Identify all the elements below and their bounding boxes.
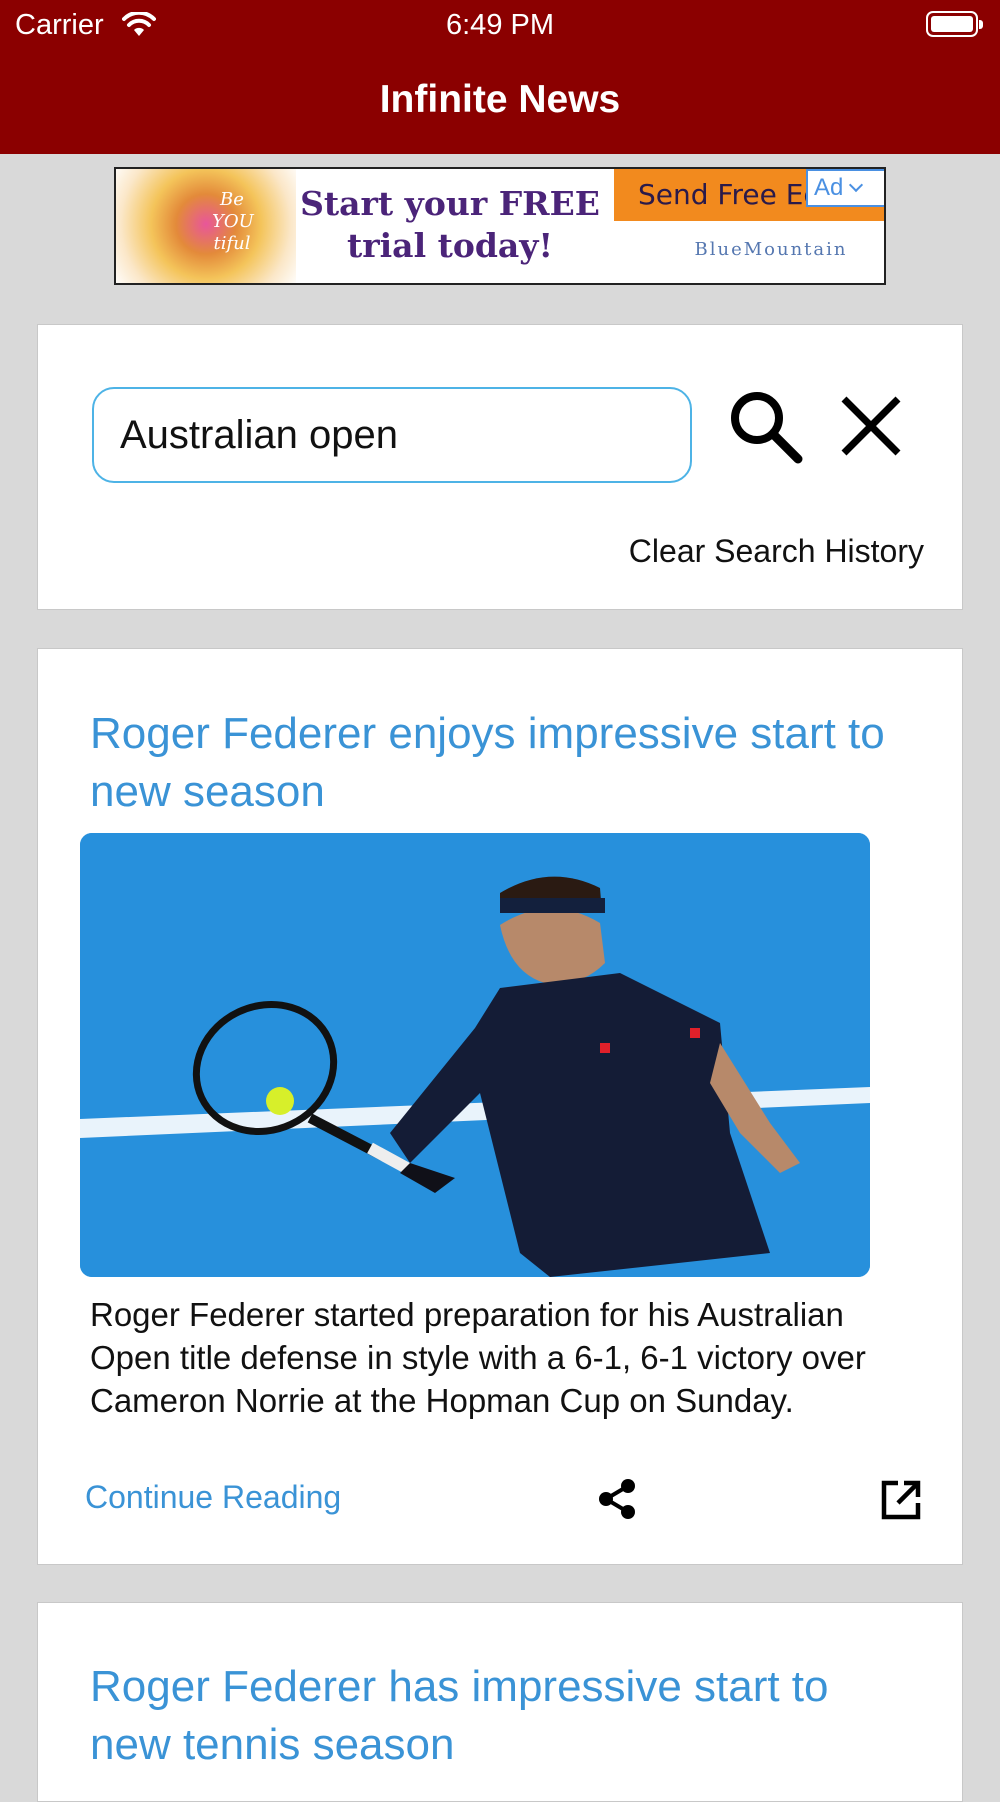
ad-brand: BlueMountain <box>694 239 848 260</box>
ad-flower-text: Be YOU tiful <box>212 189 254 254</box>
status-bar: Carrier 6:49 PM <box>0 0 1000 50</box>
article-title-link[interactable]: Roger Federer has impressive start to ne… <box>90 1658 910 1774</box>
article-card: Roger Federer has impressive start to ne… <box>37 1602 963 1802</box>
article-image[interactable] <box>80 833 870 1277</box>
tennis-player-photo <box>80 833 870 1277</box>
article-title-link[interactable]: Roger Federer enjoys impressive start to… <box>90 705 910 821</box>
clear-search-history-button[interactable]: Clear Search History <box>629 533 924 570</box>
article-summary: Roger Federer started preparation for hi… <box>90 1296 866 1419</box>
navigation-bar: Infinite News <box>0 50 1000 154</box>
search-input[interactable] <box>92 387 692 483</box>
continue-reading-link[interactable]: Continue Reading <box>85 1479 341 1516</box>
app-title: Infinite News <box>379 78 621 121</box>
article-card: Roger Federer enjoys impressive start to… <box>37 648 963 1565</box>
share-icon[interactable] <box>596 1477 640 1521</box>
search-card: Clear Search History <box>37 324 963 610</box>
close-icon[interactable] <box>838 393 904 459</box>
search-icon[interactable] <box>726 387 804 465</box>
open-external-icon[interactable] <box>880 1479 922 1521</box>
battery-icon <box>926 11 983 37</box>
ad-chip-label: Ad <box>814 174 844 201</box>
chevron-down-icon <box>849 177 864 193</box>
ad-flower-image: Be YOU tiful <box>116 169 296 283</box>
ad-headline: Start your FREE trial today! <box>300 184 600 265</box>
ad-banner[interactable]: Be YOU tiful Start your FREE trial today… <box>114 167 886 285</box>
status-time: 6:49 PM <box>446 9 554 41</box>
ad-choices-button[interactable]: Ad <box>806 169 884 207</box>
